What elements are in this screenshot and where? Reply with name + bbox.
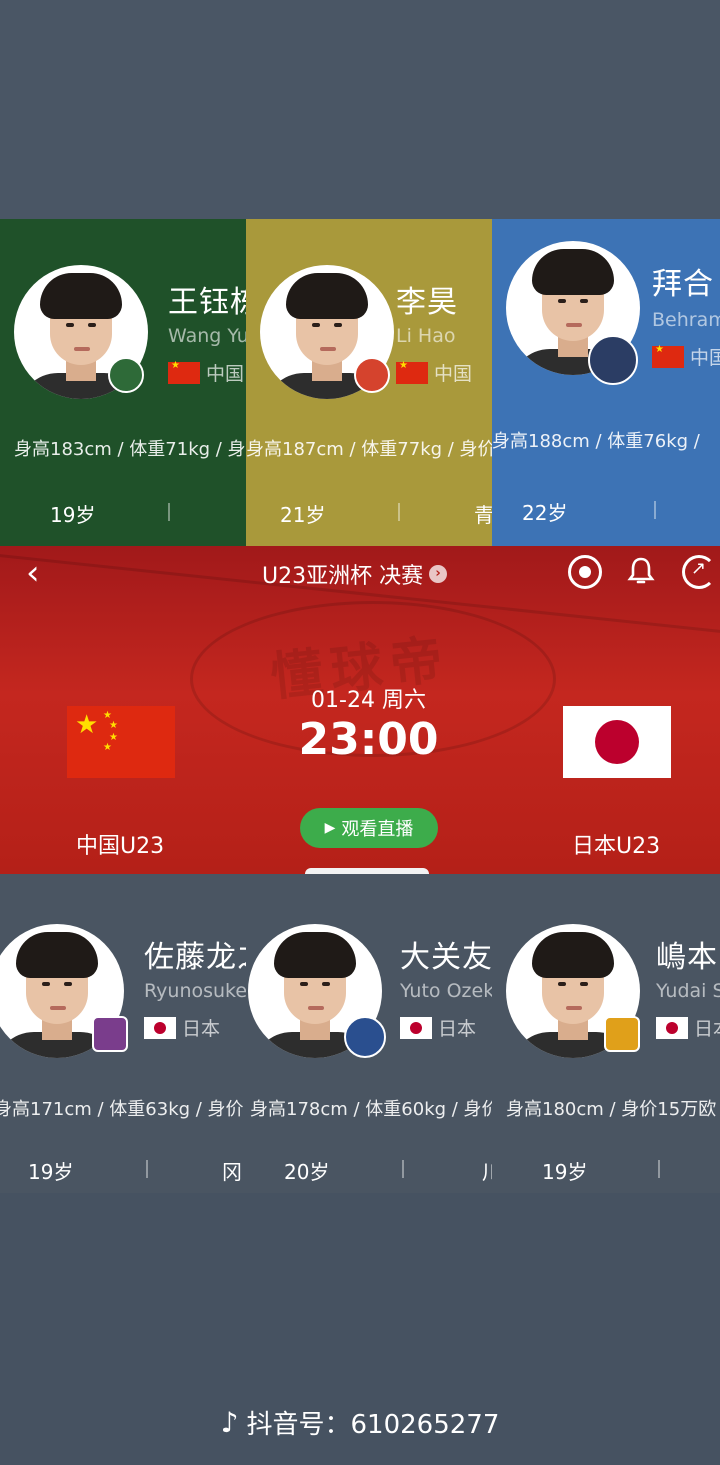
back-chevron-icon[interactable]: ‹ [26,556,40,590]
player-position: 冈 [222,1160,242,1184]
player-english-name: Behram [652,309,720,331]
divider [654,501,656,519]
player-nation: 日本 [656,1014,720,1041]
china-flag-icon [652,344,684,368]
competition-title[interactable]: U23亚洲杯 决赛 › [262,558,448,590]
china-flag-icon [168,360,200,384]
player-card[interactable]: 嶋本 Yudai S 日本 身高180cm / 身价15万欧 19岁 [492,874,720,1193]
player-card[interactable]: 大关友 Yuto Ozeki 日本 身高178cm / 体重60kg / 身价 … [246,874,492,1193]
share-icon[interactable] [682,555,716,589]
tiktok-icon: ♪ [220,1406,239,1439]
player-age: 19岁 [50,503,96,527]
player-position: 川 [482,1156,492,1185]
player-nation: 日本 [144,1014,220,1041]
player-stats: 身高183cm / 体重71kg / 身价 [14,439,246,460]
player-stats: 身高171cm / 体重63kg / 身价 [0,1099,244,1120]
match-time: 23:00 [298,714,439,765]
japan-flag-icon [656,1016,688,1039]
japan-flag-icon [144,1016,176,1039]
player-stats: 身高180cm / 身价15万欧 [506,1099,717,1120]
club-badge-icon [354,357,390,393]
footer-account: ♪ 抖音号：610265277 [0,1404,720,1441]
player-name: 嶋本 [656,940,718,975]
chevron-right-icon: › [429,565,448,583]
player-name: 拜合 [652,267,714,302]
target-icon[interactable] [568,555,602,589]
away-team-name[interactable]: 日本U23 [572,828,660,860]
player-position: 青 [474,503,492,527]
player-age: 19岁 [28,1160,74,1184]
player-nation: 中国 [396,359,472,386]
player-stats: 身高178cm / 体重60kg / 身价 [250,1099,492,1120]
china-flag-icon [396,360,428,384]
player-name: 李昊 [396,285,458,320]
club-badge-icon [344,1016,386,1058]
club-badge-icon [604,1016,640,1052]
player-english-name: Ryunosuke [144,980,246,1002]
divider [146,1160,148,1178]
player-nation: 中国 [168,359,244,386]
player-age: 19岁 [542,1160,588,1184]
player-nation: 日本 [400,1014,476,1041]
player-name: 王钰栋 [168,285,246,320]
club-badge-icon [108,357,144,393]
player-english-name: Wang Yudong [168,325,246,347]
divider [658,1160,660,1178]
player-card[interactable]: 王钰栋 Wang Yudong 中国 身高183cm / 体重71kg / 身价… [0,219,246,546]
player-card[interactable]: 李昊 Li Hao 中国 身高187cm / 体重77kg / 身价 21岁 青 [246,219,492,546]
bell-icon[interactable] [626,556,656,586]
player-nation: 中国 [652,343,720,370]
player-stats: 身高188cm / 体重76kg / [492,431,700,452]
watch-live-button[interactable]: ▶ 观看直播 [300,808,438,848]
divider [398,503,400,521]
match-date: 01-24 周六 [311,688,426,713]
player-name: 佐藤龙之 [144,940,246,975]
player-age: 20岁 [284,1160,330,1184]
player-english-name: Yuto Ozeki [400,980,492,1002]
top-nav: ‹ U23亚洲杯 决赛 › [0,546,720,602]
player-age: 22岁 [522,501,568,525]
divider [168,503,170,521]
player-english-name: Li Hao [396,325,456,347]
bottom-player-row: 佐藤龙之 Ryunosuke 日本 身高171cm / 体重63kg / 身价 … [0,874,720,1193]
top-player-row: 王钰栋 Wang Yudong 中国 身高183cm / 体重71kg / 身价… [0,219,720,546]
club-badge-icon [92,1016,128,1052]
top-background [0,0,720,219]
player-english-name: Yudai S [656,980,720,1002]
player-card[interactable]: 拜合 Behram 中国 身高188cm / 体重76kg / 22岁 [492,219,720,546]
japan-flag-icon [400,1016,432,1039]
match-header: 懂球帝 ‹ U23亚洲杯 决赛 › ★ ★ ★ ★ ★ 01-24 周六 23:… [0,546,720,874]
home-team-name[interactable]: 中国U23 [76,828,164,860]
player-age: 21岁 [280,503,326,527]
player-stats: 身高187cm / 体重77kg / 身价 [246,439,492,460]
play-icon: ▶ [324,820,336,836]
player-card[interactable]: 佐藤龙之 Ryunosuke 日本 身高171cm / 体重63kg / 身价 … [0,874,246,1193]
club-badge-icon [588,335,638,385]
account-label: 抖音号：610265277 [246,1410,500,1440]
divider [402,1160,404,1178]
player-name: 大关友 [400,940,492,975]
